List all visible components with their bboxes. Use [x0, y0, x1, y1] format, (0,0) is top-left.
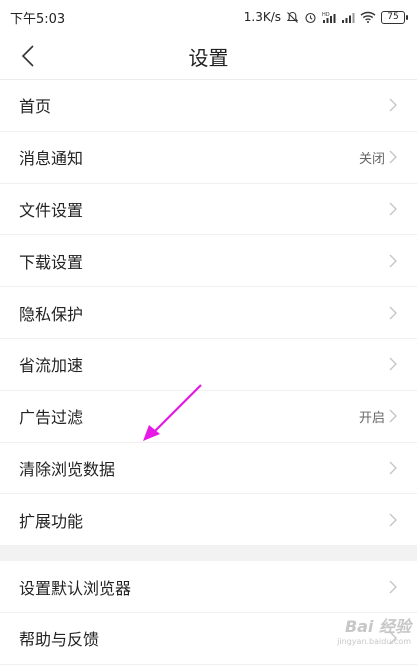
settings-group-main: 首页消息通知 关闭文件设置下载设置隐私保护省流加速广告过滤 开启清除浏览数据 扩展功能 [0, 80, 417, 547]
settings-row-label: 文件设置 [19, 200, 84, 220]
status-icons: 1.3K/s HD 75 [243, 10, 408, 24]
settings-row-label: 首页 [19, 97, 52, 117]
settings-row-right [389, 253, 399, 269]
settings-list: 首页消息通知 关闭文件设置下载设置隐私保护省流加速广告过滤 开启清除浏览数据 扩展功能… [0, 80, 417, 665]
settings-row-right [389, 356, 399, 372]
settings-row-right [389, 305, 399, 321]
watermark-logo: Bai 经验 [344, 617, 411, 636]
back-button[interactable] [14, 42, 42, 70]
wifi-icon [360, 11, 376, 23]
svg-text:HD: HD [322, 12, 330, 18]
settings-row-right [389, 97, 399, 113]
settings-row[interactable]: 广告过滤 开启 [0, 391, 417, 443]
chevron-right-icon [389, 356, 399, 372]
chevron-left-icon [21, 45, 34, 67]
settings-row-label: 扩展功能 [19, 511, 84, 531]
settings-row-right [389, 201, 399, 217]
watermark-url: jingyan.baidu.com [337, 637, 411, 646]
settings-row[interactable]: 文件设置 [0, 184, 417, 236]
settings-row-label: 清除浏览数据 [19, 459, 116, 479]
settings-row-label: 广告过滤 [19, 408, 84, 428]
network-speed: 1.3K/s [243, 10, 281, 24]
settings-row[interactable]: 下载设置 [0, 235, 417, 288]
settings-row-value: 开启 [358, 410, 385, 426]
chevron-right-icon [389, 408, 399, 424]
settings-row-right: 关闭 [359, 148, 399, 167]
settings-row[interactable]: 首页 [0, 80, 417, 132]
settings-row[interactable]: 隐私保护 [0, 287, 417, 339]
battery-level: 75 [387, 12, 399, 22]
settings-row[interactable]: 设置默认浏览器 [0, 561, 417, 613]
settings-row-label: 隐私保护 [19, 304, 84, 324]
section-separator [0, 546, 417, 562]
settings-row-right: 开启 [359, 407, 399, 426]
chevron-right-icon [389, 97, 399, 113]
alarm-icon [304, 11, 317, 24]
page-title: 设置 [188, 46, 229, 70]
settings-row[interactable]: 省流加速 [0, 339, 417, 391]
signal-icon [341, 11, 355, 23]
settings-row-label: 消息通知 [19, 149, 84, 169]
chevron-right-icon [389, 201, 399, 217]
chevron-right-icon [389, 305, 399, 321]
settings-row[interactable]: 消息通知 关闭 [0, 132, 417, 184]
settings-row-label: 省流加速 [19, 356, 84, 376]
chevron-right-icon [389, 253, 399, 269]
settings-row-label: 帮助与反馈 [19, 630, 100, 650]
settings-row-right [389, 579, 399, 595]
settings-row-right [389, 512, 399, 528]
mute-icon [286, 11, 299, 24]
header: 设置 [0, 34, 417, 80]
baidu-watermark: Bai 经验 jingyan.baidu.com [337, 613, 411, 646]
status-bar: 下午5:03 1.3K/s HD 75 [0, 0, 417, 34]
chevron-right-icon [389, 579, 399, 595]
chevron-right-icon [389, 149, 399, 165]
settings-row[interactable]: 清除浏览数据 [0, 443, 417, 495]
settings-row-label: 下载设置 [19, 252, 84, 272]
settings-row-right [389, 460, 399, 476]
status-time: 下午5:03 [10, 11, 66, 27]
settings-row-label: 设置默认浏览器 [19, 578, 132, 598]
settings-row[interactable]: 扩展功能 [0, 494, 417, 547]
hd-signal-icon: HD [322, 11, 336, 23]
chevron-right-icon [389, 460, 399, 476]
settings-row-value: 关闭 [358, 151, 385, 167]
battery-icon: 75 [381, 10, 408, 24]
chevron-right-icon [389, 512, 399, 528]
